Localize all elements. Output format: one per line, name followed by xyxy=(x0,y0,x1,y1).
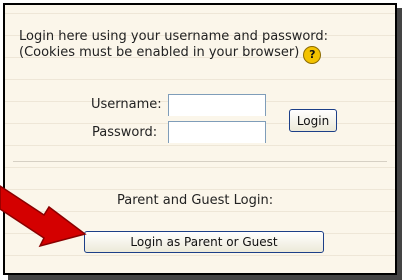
section-divider xyxy=(13,161,387,162)
guest-login-button[interactable]: Login as Parent or Guest xyxy=(84,231,324,253)
username-input[interactable] xyxy=(169,96,265,116)
password-label: Password: xyxy=(92,125,158,140)
guest-login-heading: Parent and Guest Login: xyxy=(117,193,274,208)
login-instructions-line1: Login here using your username and passw… xyxy=(19,29,329,44)
username-label: Username: xyxy=(91,97,162,112)
login-instructions: Login here using your username and passw… xyxy=(19,29,389,64)
username-field-wrapper xyxy=(168,94,266,116)
password-field-wrapper xyxy=(168,121,266,143)
login-button[interactable]: Login xyxy=(289,109,337,132)
red-arrow-icon xyxy=(0,185,87,248)
password-input[interactable] xyxy=(169,123,265,143)
login-instructions-line2: (Cookies must be enabled in your browser… xyxy=(19,45,389,64)
red-arrow-shape xyxy=(0,185,87,248)
cookies-notice: (Cookies must be enabled in your browser… xyxy=(19,45,300,60)
help-icon[interactable]: ? xyxy=(303,46,322,64)
